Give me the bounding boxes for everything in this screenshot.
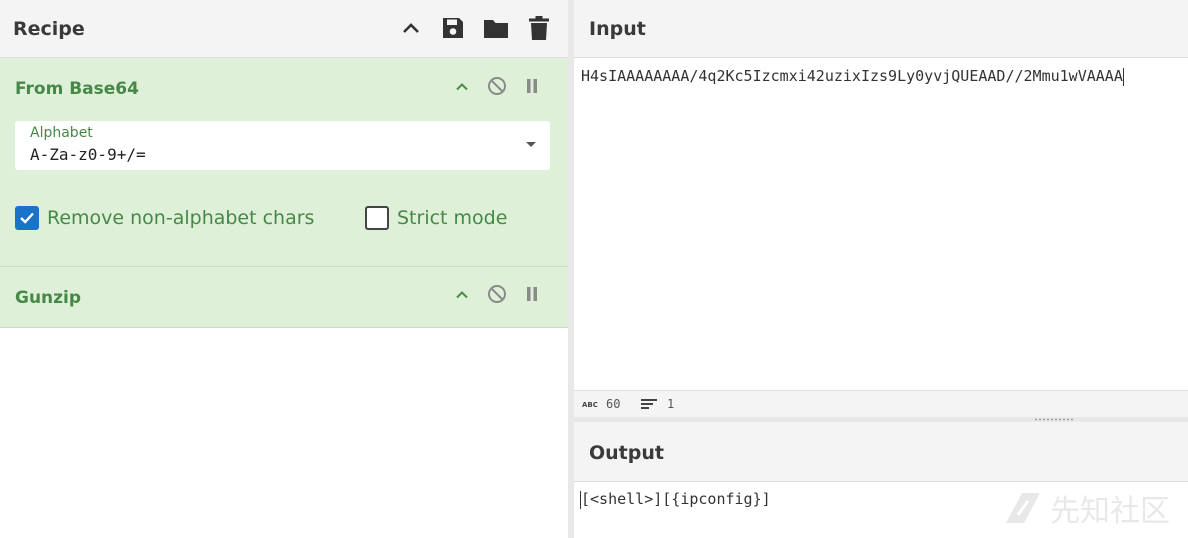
watermark-logo-icon bbox=[1006, 493, 1040, 523]
checkbox-unchecked-icon[interactable] bbox=[365, 206, 389, 230]
save-icon[interactable] bbox=[440, 15, 466, 41]
abc-icon: ABC bbox=[582, 401, 598, 409]
input-textarea[interactable]: H4sIAAAAAAAA/4q2Kc5Izcmxi42uzixIzs9Ly0yv… bbox=[581, 67, 1124, 86]
output-text: [<shell>][{ipconfig}] bbox=[581, 490, 771, 508]
input-lines: 1 bbox=[667, 397, 675, 411]
alphabet-value: A-Za-z0-9+/= bbox=[30, 145, 146, 164]
output-title: Output bbox=[589, 442, 664, 464]
text-caret bbox=[1122, 67, 1124, 86]
operation-from-base64: From Base64 Alphabet A-Za-z0-9+/= Remove… bbox=[0, 58, 568, 267]
operation-gunzip: Gunzip bbox=[0, 267, 568, 328]
pause-icon[interactable] bbox=[521, 75, 543, 97]
grip-icon bbox=[1034, 418, 1074, 421]
recipe-header: Recipe bbox=[0, 0, 568, 58]
lines-icon bbox=[641, 399, 657, 409]
recipe-pane: Recipe From Base64 Alphabet A-Za-z0-9+/=… bbox=[0, 0, 568, 538]
pause-icon[interactable] bbox=[521, 283, 543, 305]
cyberchef-app: Recipe From Base64 Alphabet A-Za-z0-9+/=… bbox=[0, 0, 1188, 538]
folder-icon[interactable] bbox=[483, 15, 509, 41]
input-header: Input bbox=[574, 0, 1188, 58]
strict-mode-label: Strict mode bbox=[397, 207, 508, 229]
remove-non-alphabet-checkbox[interactable]: Remove non-alphabet chars bbox=[15, 206, 314, 230]
operation-title: Gunzip bbox=[15, 288, 82, 308]
alphabet-select[interactable]: Alphabet A-Za-z0-9+/= bbox=[15, 121, 550, 170]
svg-text:ABC: ABC bbox=[582, 401, 598, 409]
dropdown-caret-icon bbox=[526, 142, 536, 147]
disable-icon[interactable] bbox=[486, 75, 508, 97]
disable-icon[interactable] bbox=[486, 283, 508, 305]
output-textarea[interactable]: [<shell>][{ipconfig}] bbox=[580, 490, 771, 509]
trash-icon[interactable] bbox=[526, 15, 552, 41]
input-pane: Input H4sIAAAAAAAA/4q2Kc5Izcmxi42uzixIzs… bbox=[574, 0, 1188, 417]
input-title: Input bbox=[589, 18, 646, 40]
operation-title: From Base64 bbox=[15, 79, 139, 99]
output-pane: Output [<shell>][{ipconfig}] 先知社区 bbox=[574, 422, 1188, 538]
input-text: H4sIAAAAAAAA/4q2Kc5Izcmxi42uzixIzs9Ly0yv… bbox=[581, 67, 1123, 85]
checkbox-checked-icon[interactable] bbox=[15, 206, 39, 230]
output-header: Output bbox=[574, 422, 1188, 482]
chevron-up-icon[interactable] bbox=[451, 283, 473, 305]
input-status-bar: ABC 60 1 bbox=[574, 390, 1188, 417]
length-indicator: ABC 60 bbox=[582, 397, 620, 411]
watermark-text: 先知社区 bbox=[1050, 494, 1170, 529]
strict-mode-checkbox[interactable]: Strict mode bbox=[365, 206, 507, 230]
recipe-title: Recipe bbox=[13, 18, 85, 40]
chevron-up-icon[interactable] bbox=[451, 75, 473, 97]
watermark: 先知社区 bbox=[1004, 486, 1170, 530]
input-length: 60 bbox=[606, 397, 621, 411]
lines-indicator: 1 bbox=[641, 397, 674, 411]
chevron-up-icon[interactable] bbox=[398, 15, 424, 41]
alphabet-label: Alphabet bbox=[30, 125, 93, 141]
remove-non-alphabet-label: Remove non-alphabet chars bbox=[47, 207, 315, 229]
